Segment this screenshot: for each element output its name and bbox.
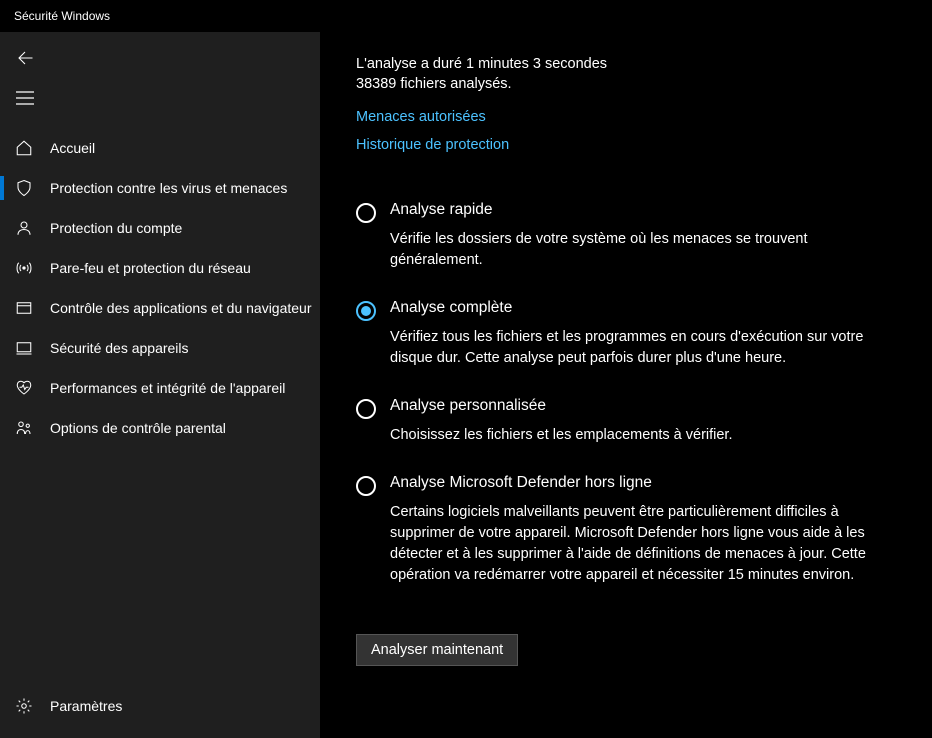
- sidebar-item-label: Options de contrôle parental: [50, 420, 226, 436]
- option-title: Analyse personnalisée: [390, 397, 896, 415]
- option-title: Analyse complète: [390, 299, 896, 317]
- scan-now-button[interactable]: Analyser maintenant: [356, 634, 518, 666]
- link-protection-history[interactable]: Historique de protection: [356, 137, 896, 153]
- sidebar-item-label: Sécurité des appareils: [50, 340, 189, 356]
- back-button[interactable]: [2, 40, 48, 76]
- family-icon: [14, 419, 34, 437]
- radio-full-scan[interactable]: [356, 301, 376, 321]
- antenna-icon: [14, 259, 34, 277]
- radio-offline-scan[interactable]: [356, 476, 376, 496]
- link-allowed-threats[interactable]: Menaces autorisées: [356, 109, 896, 125]
- sidebar-item-label: Protection contre les virus et menaces: [50, 180, 287, 196]
- sidebar-nav: Accueil Protection contre les virus et m…: [0, 128, 320, 686]
- window-title: Sécurité Windows: [14, 9, 110, 23]
- gear-icon: [14, 697, 34, 715]
- scan-duration-text: L'analyse a duré 1 minutes 3 secondes: [356, 54, 896, 74]
- option-quick-scan[interactable]: Analyse rapide Vérifie les dossiers de v…: [356, 201, 896, 271]
- option-desc: Certains logiciels malveillants peuvent …: [390, 502, 896, 586]
- window-titlebar: Sécurité Windows: [0, 0, 932, 32]
- sidebar-item-label: Accueil: [50, 140, 95, 156]
- hamburger-button[interactable]: [2, 80, 48, 116]
- option-title: Analyse Microsoft Defender hors ligne: [390, 474, 896, 492]
- radio-quick-scan[interactable]: [356, 203, 376, 223]
- radio-custom-scan[interactable]: [356, 399, 376, 419]
- sidebar-item-settings[interactable]: Paramètres: [0, 686, 320, 726]
- sidebar-item-family[interactable]: Options de contrôle parental: [0, 408, 320, 448]
- sidebar-item-virus-protection[interactable]: Protection contre les virus et menaces: [0, 168, 320, 208]
- main-content: L'analyse a duré 1 minutes 3 secondes 38…: [320, 32, 932, 738]
- option-title: Analyse rapide: [390, 201, 896, 219]
- sidebar-item-performance[interactable]: Performances et intégrité de l'appareil: [0, 368, 320, 408]
- sidebar-item-firewall[interactable]: Pare-feu et protection du réseau: [0, 248, 320, 288]
- shield-icon: [14, 179, 34, 197]
- sidebar-item-label: Contrôle des applications et du navigate…: [50, 300, 312, 316]
- option-full-scan[interactable]: Analyse complète Vérifiez tous les fichi…: [356, 299, 896, 369]
- option-desc: Choisissez les fichiers et les emplaceme…: [390, 425, 896, 446]
- sidebar: Accueil Protection contre les virus et m…: [0, 32, 320, 738]
- sidebar-item-label: Pare-feu et protection du réseau: [50, 260, 251, 276]
- sidebar-item-app-control[interactable]: Contrôle des applications et du navigate…: [0, 288, 320, 328]
- app-window-icon: [14, 299, 34, 317]
- sidebar-item-device-security[interactable]: Sécurité des appareils: [0, 328, 320, 368]
- home-icon: [14, 139, 34, 157]
- option-desc: Vérifiez tous les fichiers et les progra…: [390, 327, 896, 369]
- option-custom-scan[interactable]: Analyse personnalisée Choisissez les fic…: [356, 397, 896, 446]
- back-arrow-icon: [16, 49, 34, 67]
- hamburger-icon: [16, 91, 34, 105]
- option-offline-scan[interactable]: Analyse Microsoft Defender hors ligne Ce…: [356, 474, 896, 586]
- sidebar-item-label: Paramètres: [50, 698, 122, 714]
- heart-icon: [14, 379, 34, 397]
- sidebar-item-label: Performances et intégrité de l'appareil: [50, 380, 285, 396]
- scan-options: Analyse rapide Vérifie les dossiers de v…: [356, 201, 896, 586]
- person-icon: [14, 219, 34, 237]
- files-scanned-text: 38389 fichiers analysés.: [356, 74, 896, 94]
- sidebar-item-account-protection[interactable]: Protection du compte: [0, 208, 320, 248]
- option-desc: Vérifie les dossiers de votre système où…: [390, 229, 896, 271]
- device-icon: [14, 339, 34, 357]
- sidebar-item-home[interactable]: Accueil: [0, 128, 320, 168]
- sidebar-item-label: Protection du compte: [50, 220, 182, 236]
